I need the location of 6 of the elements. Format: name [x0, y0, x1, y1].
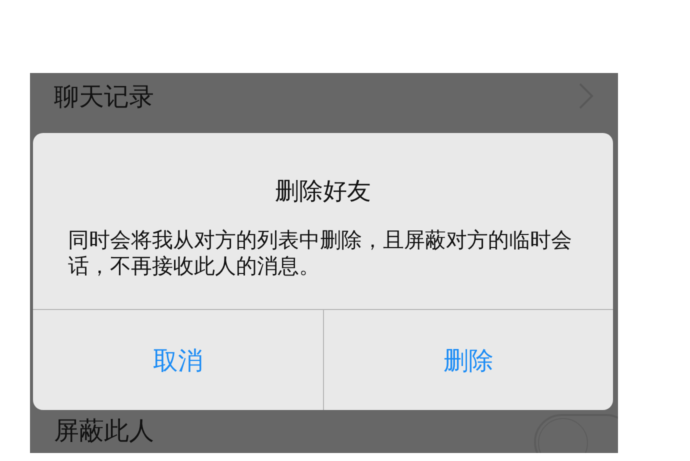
setting-label: 屏蔽此人: [54, 414, 154, 446]
dialog-message: 同时会将我从对方的列表中删除，且屏蔽对方的临时会话，不再接收此人的消息。: [67, 227, 573, 280]
dialog-button[interactable]: 取消: [33, 310, 322, 410]
dialog-button[interactable]: 删除: [322, 310, 613, 410]
setting-label: 聊天记录: [54, 80, 154, 112]
dialog-title: 删除好友: [274, 176, 372, 207]
